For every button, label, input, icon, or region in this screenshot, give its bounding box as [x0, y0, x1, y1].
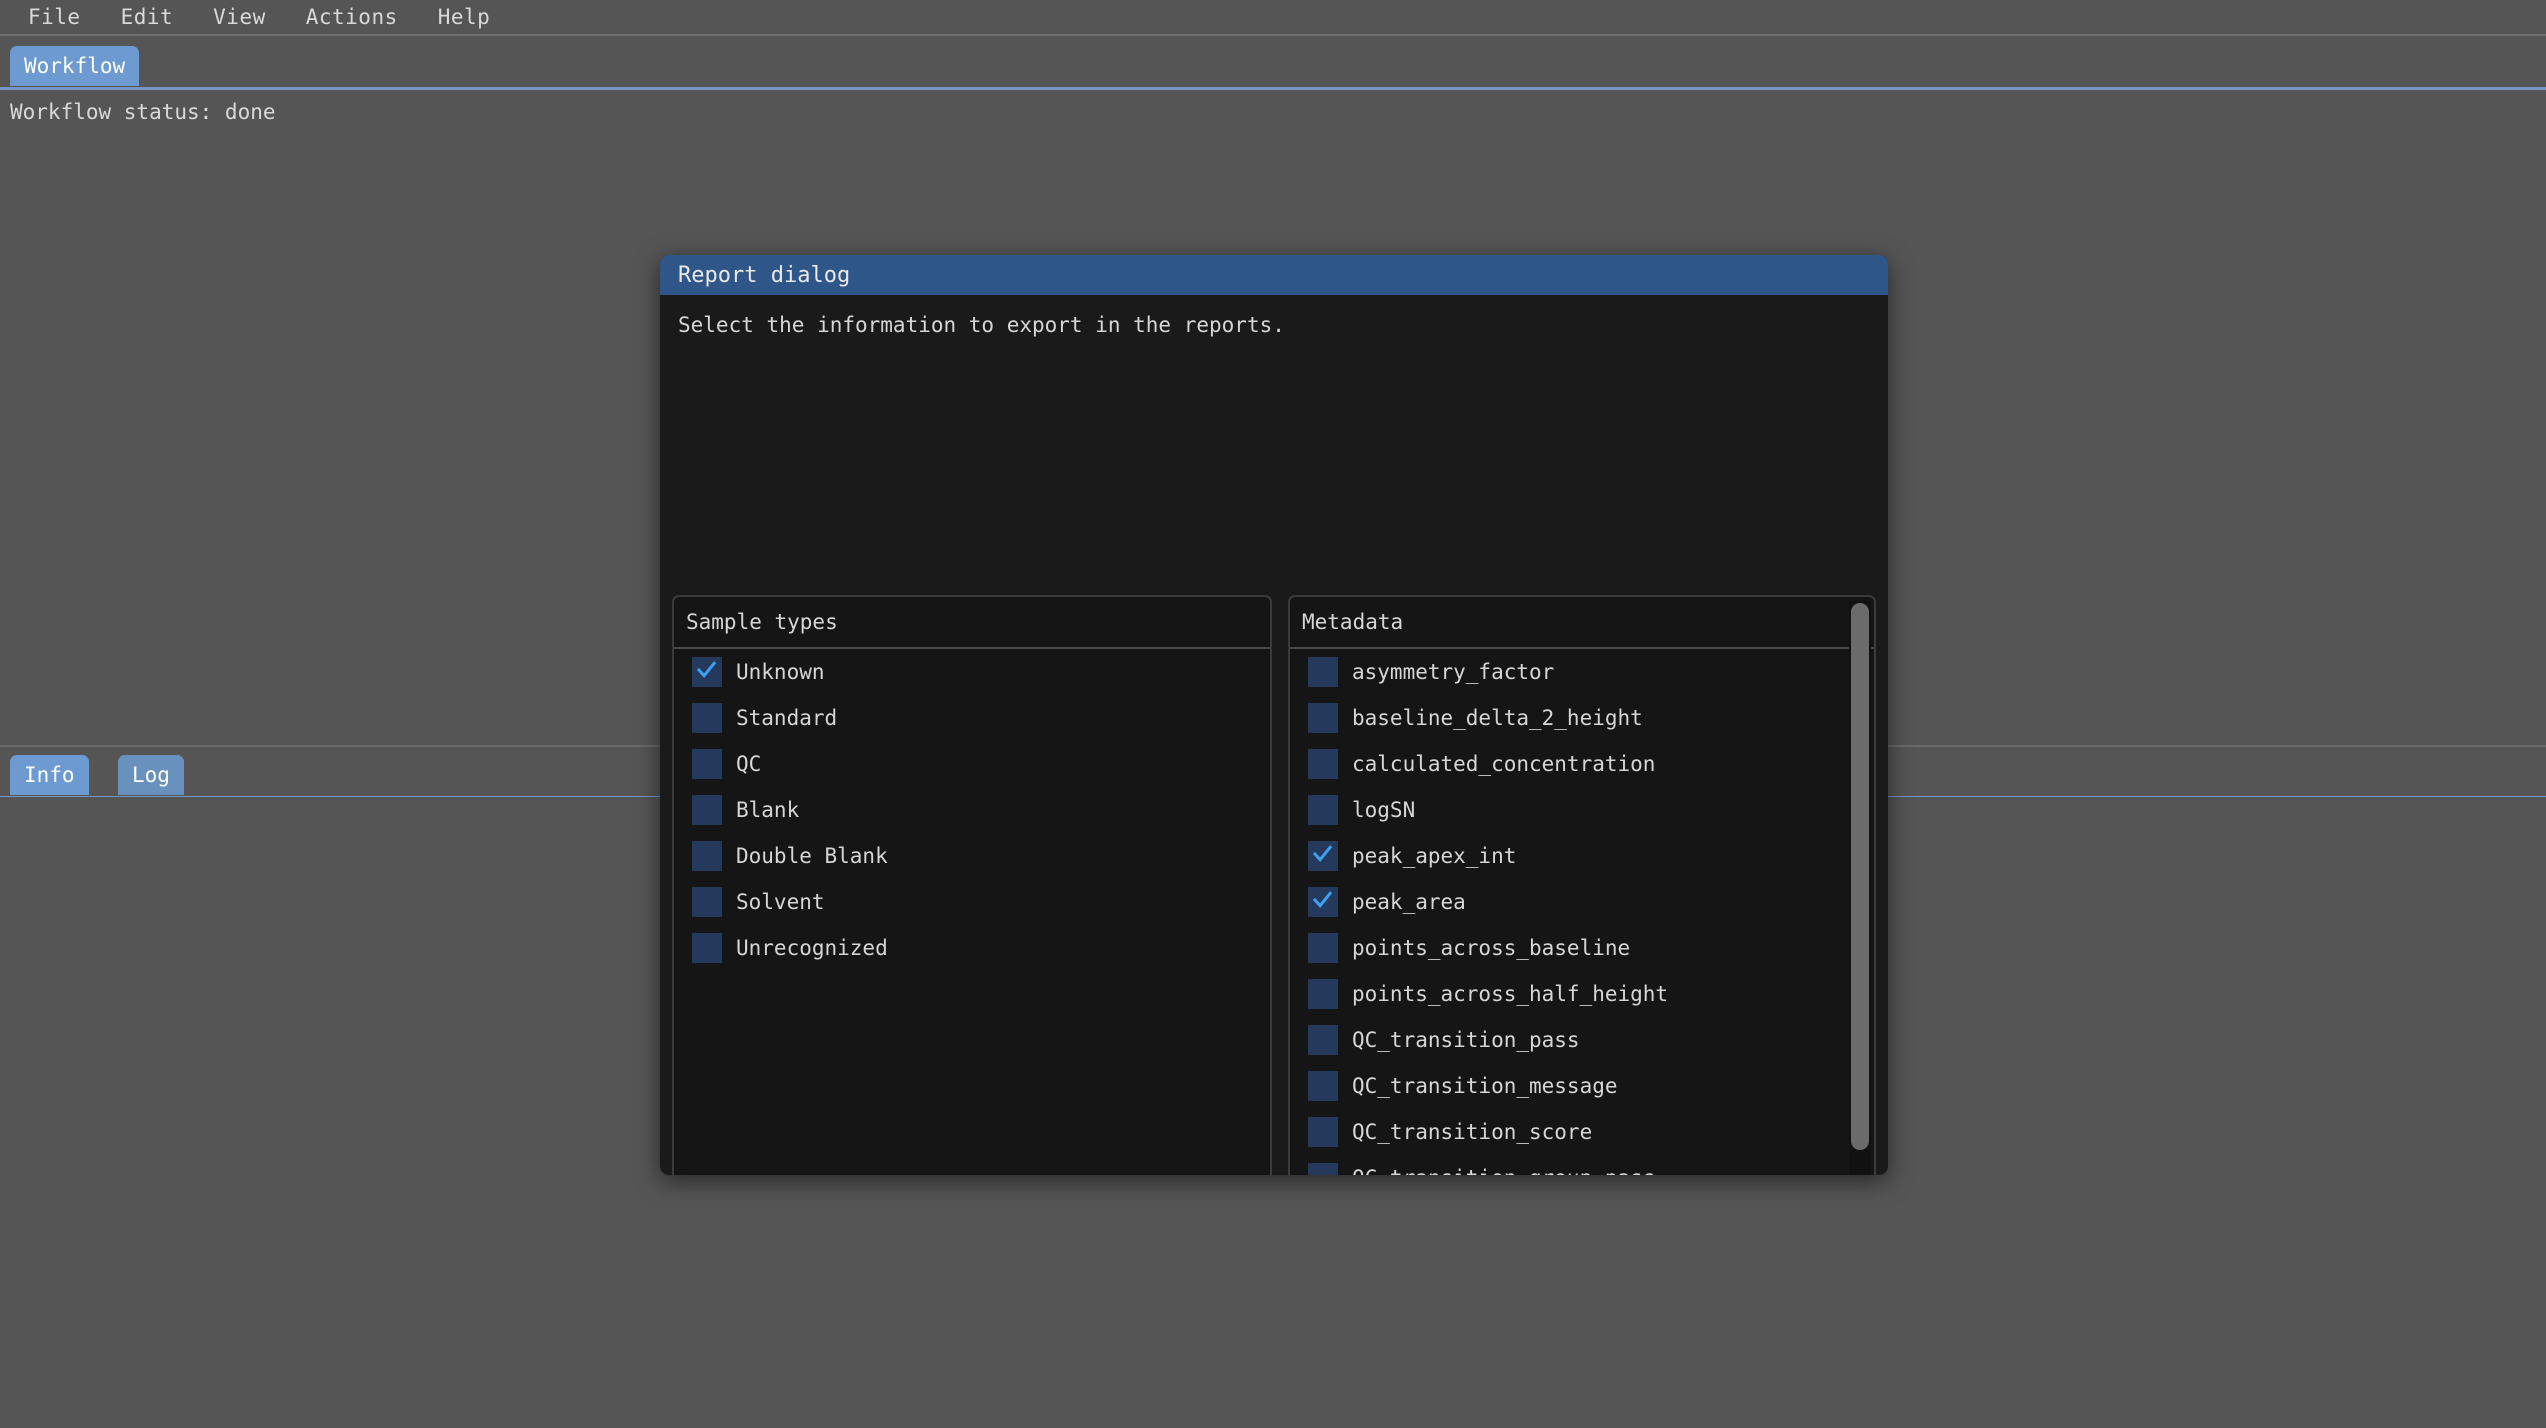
menu-item-help[interactable]: Help	[428, 3, 501, 31]
metadata-label: peak_area	[1352, 890, 1466, 914]
sample_types-row[interactable]: Double Blank	[674, 833, 1270, 879]
sample_types-row[interactable]: Unrecognized	[674, 925, 1270, 971]
tab-workflow[interactable]: Workflow	[10, 46, 140, 86]
dialog-title-bar[interactable]: Report dialog	[660, 255, 1888, 295]
checkbox-unchecked-icon[interactable]	[692, 795, 722, 825]
sample-types-list[interactable]: Unknown Standard QC Blank Double Blank Solven…	[674, 649, 1270, 1175]
metadata-list[interactable]: asymmetry_factor baseline_delta_2_heightc…	[1290, 649, 1874, 1175]
metadata-header-label: Metadata	[1302, 610, 1404, 634]
tab-log-label: Log	[132, 763, 170, 787]
checkbox-unchecked-icon[interactable]	[692, 749, 722, 779]
checkbox-unchecked-icon[interactable]	[1308, 749, 1338, 779]
sample_types-label: Solvent	[736, 890, 825, 914]
dialog-instruction-text: Select the information to export in the …	[678, 313, 1285, 337]
checkbox-unchecked-icon[interactable]	[1308, 1163, 1338, 1175]
metadata-scrollbar-thumb[interactable]	[1851, 603, 1869, 1150]
top-tab-strip: Workflow	[0, 38, 2546, 90]
metadata-row[interactable]: QC_transition_pass	[1290, 1017, 1874, 1063]
metadata-row[interactable]: points_across_half_height	[1290, 971, 1874, 1017]
menu-bar: File Edit View Actions Help	[0, 0, 2546, 36]
sample-types-panel: Sample types Unknown Standard QC Blank Doubl…	[672, 595, 1272, 1175]
metadata-row[interactable]: logSN	[1290, 787, 1874, 833]
metadata-scrollbar[interactable]	[1849, 601, 1871, 1175]
metadata-label: QC_transition_pass	[1352, 1028, 1580, 1052]
check-mark-icon	[1313, 845, 1332, 863]
metadata-label: points_across_baseline	[1352, 936, 1631, 960]
metadata-row[interactable]: points_across_baseline	[1290, 925, 1874, 971]
checkbox-unchecked-icon[interactable]	[692, 703, 722, 733]
metadata-header: Metadata	[1290, 597, 1874, 649]
menu-item-actions[interactable]: Actions	[296, 3, 408, 31]
sample_types-row[interactable]: Blank	[674, 787, 1270, 833]
metadata-row[interactable]: QC_transition_message	[1290, 1063, 1874, 1109]
sample_types-label: QC	[736, 752, 762, 776]
metadata-label: peak_apex_int	[1352, 844, 1517, 868]
tab-log[interactable]: Log	[118, 755, 184, 795]
checkbox-unchecked-icon[interactable]	[692, 933, 722, 963]
checkbox-checked-icon[interactable]	[1308, 841, 1338, 871]
metadata-row[interactable]: QC_transition_score	[1290, 1109, 1874, 1155]
tab-info[interactable]: Info	[10, 755, 89, 795]
report-dialog: Report dialog Select the information to …	[660, 255, 1888, 1175]
metadata-row[interactable]: peak_apex_int	[1290, 833, 1874, 879]
sample_types-label: Unrecognized	[736, 936, 888, 960]
checkbox-unchecked-icon[interactable]	[1308, 1071, 1338, 1101]
checkbox-unchecked-icon[interactable]	[1308, 979, 1338, 1009]
sample_types-row[interactable]: Standard	[674, 695, 1270, 741]
checkbox-checked-icon[interactable]	[1308, 887, 1338, 917]
workflow-status-text: Workflow status: done	[10, 100, 276, 124]
metadata-row[interactable]: asymmetry_factor	[1290, 649, 1874, 695]
sample_types-label: Blank	[736, 798, 800, 822]
tab-workflow-label: Workflow	[24, 54, 126, 78]
check-mark-icon	[1313, 891, 1332, 909]
metadata-label: logSN	[1352, 798, 1416, 822]
check-mark-icon	[697, 661, 716, 679]
sample_types-row[interactable]: QC	[674, 741, 1270, 787]
top-tab-underline	[0, 87, 2546, 90]
metadata-label: QC_transition_message	[1352, 1074, 1618, 1098]
checkbox-checked-icon[interactable]	[692, 657, 722, 687]
menu-item-file[interactable]: File	[18, 3, 91, 31]
sample-types-header: Sample types	[674, 597, 1270, 649]
menu-item-edit[interactable]: Edit	[111, 3, 184, 31]
sample_types-row[interactable]: Unknown	[674, 649, 1270, 695]
sample_types-label: Standard	[736, 706, 838, 730]
checkbox-unchecked-icon[interactable]	[692, 887, 722, 917]
checkbox-unchecked-icon[interactable]	[1308, 933, 1338, 963]
metadata-label: QC_transition_group_pass	[1352, 1166, 1655, 1175]
menu-item-view[interactable]: View	[203, 3, 276, 31]
metadata-panel: Metadata asymmetry_factor baseline_delta_…	[1288, 595, 1876, 1175]
metadata-label: QC_transition_score	[1352, 1120, 1593, 1144]
checkbox-unchecked-icon[interactable]	[1308, 657, 1338, 687]
checkbox-unchecked-icon[interactable]	[1308, 795, 1338, 825]
sample_types-label: Double Blank	[736, 844, 888, 868]
sample-types-header-label: Sample types	[686, 610, 838, 634]
metadata-label: points_across_half_height	[1352, 982, 1669, 1006]
metadata-row[interactable]: calculated_concentration	[1290, 741, 1874, 787]
metadata-label: baseline_delta_2_height	[1352, 706, 1643, 730]
metadata-row[interactable]: peak_area	[1290, 879, 1874, 925]
dialog-title: Report dialog	[678, 262, 851, 288]
metadata-label: calculated_concentration	[1352, 752, 1656, 776]
sample_types-row[interactable]: Solvent	[674, 879, 1270, 925]
metadata-row[interactable]: baseline_delta_2_height	[1290, 695, 1874, 741]
tab-info-label: Info	[24, 763, 75, 787]
checkbox-unchecked-icon[interactable]	[692, 841, 722, 871]
sample_types-label: Unknown	[736, 660, 825, 684]
checkbox-unchecked-icon[interactable]	[1308, 1025, 1338, 1055]
checkbox-unchecked-icon[interactable]	[1308, 703, 1338, 733]
metadata-label: asymmetry_factor	[1352, 660, 1555, 684]
checkbox-unchecked-icon[interactable]	[1308, 1117, 1338, 1147]
metadata-row[interactable]: QC_transition_group_pass	[1290, 1155, 1874, 1175]
